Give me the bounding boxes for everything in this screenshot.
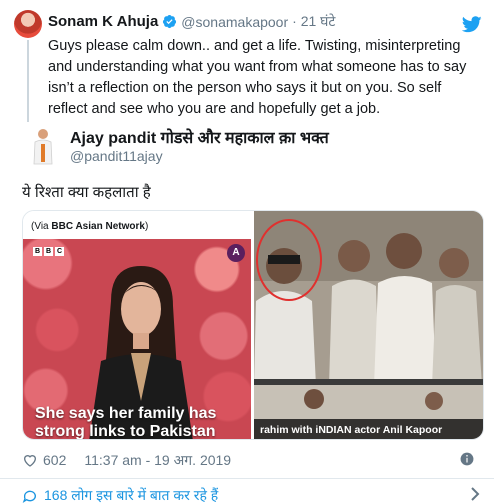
via-suffix: ) [144, 221, 149, 232]
bbc-logo: B B C [33, 247, 64, 256]
twitter-bird-icon[interactable] [462, 16, 482, 33]
tweet-timestamp[interactable]: 11:37 am - 19 अग. 2019 [84, 451, 231, 470]
conversation-link[interactable]: 168 लोग इस बारे में बात कर रहे हैं [22, 486, 484, 504]
tweet-author: Ajay pandit गोडसे और महाकाल क़ा भक्त @pa… [0, 122, 494, 178]
asian-network-logo: A [227, 244, 245, 262]
quoted-avatar[interactable] [14, 10, 42, 38]
quoted-author-handle[interactable]: @sonamakapoor [181, 14, 288, 30]
chevron-right-icon [471, 487, 480, 501]
via-source: BBC Asian Network [51, 221, 145, 232]
author-handle[interactable]: @pandit11ajay [70, 148, 163, 164]
quoted-time-value: 21 घंटे [300, 13, 336, 29]
highlight-circle [256, 219, 322, 301]
bbc-letter: C [55, 247, 64, 256]
comment-icon [22, 490, 36, 503]
heart-icon[interactable] [22, 452, 38, 468]
media-image-left[interactable]: (Via BBC Asian Network) B B C A She says… [23, 211, 251, 440]
quoted-timestamp[interactable]: · 21 घंटे [292, 12, 335, 31]
media-caption-right: rahim with iNDIAN actor Anil Kapoor [254, 419, 483, 439]
quoted-header: Sonam K Ahuja @sonamakapoor · 21 घंटे [48, 12, 335, 31]
like-count[interactable]: 602 [43, 452, 66, 468]
media-caption-left: She says her family has strong links to … [35, 405, 217, 440]
author-avatar[interactable] [28, 126, 58, 168]
info-icon[interactable] [460, 452, 474, 466]
divider [0, 478, 494, 479]
via-prefix: (Via [31, 221, 52, 232]
verified-badge-icon [163, 14, 177, 29]
quoted-author-name[interactable]: Sonam K Ahuja [48, 13, 158, 30]
bbc-letter: B [33, 247, 42, 256]
tweet-meta: 602 11:37 am - 19 अग. 2019 [22, 450, 484, 470]
tweet-media[interactable]: (Via BBC Asian Network) B B C A She says… [22, 210, 484, 440]
media-image-right[interactable]: rahim with iNDIAN actor Anil Kapoor [254, 211, 483, 439]
thread-line [27, 40, 29, 122]
bbc-letter: B [44, 247, 53, 256]
quoted-tweet-text: Guys please calm down.. and get a life. … [48, 38, 467, 117]
author-name[interactable]: Ajay pandit गोडसे और महाकाल क़ा भक्त [70, 126, 329, 148]
conversation-label: 168 लोग इस बारे में बात कर रहे हैं [44, 487, 219, 503]
tweet-text: ये रिश्ता क्या कहलाता है [22, 184, 151, 201]
media-source-label: (Via BBC Asian Network) [31, 221, 148, 232]
